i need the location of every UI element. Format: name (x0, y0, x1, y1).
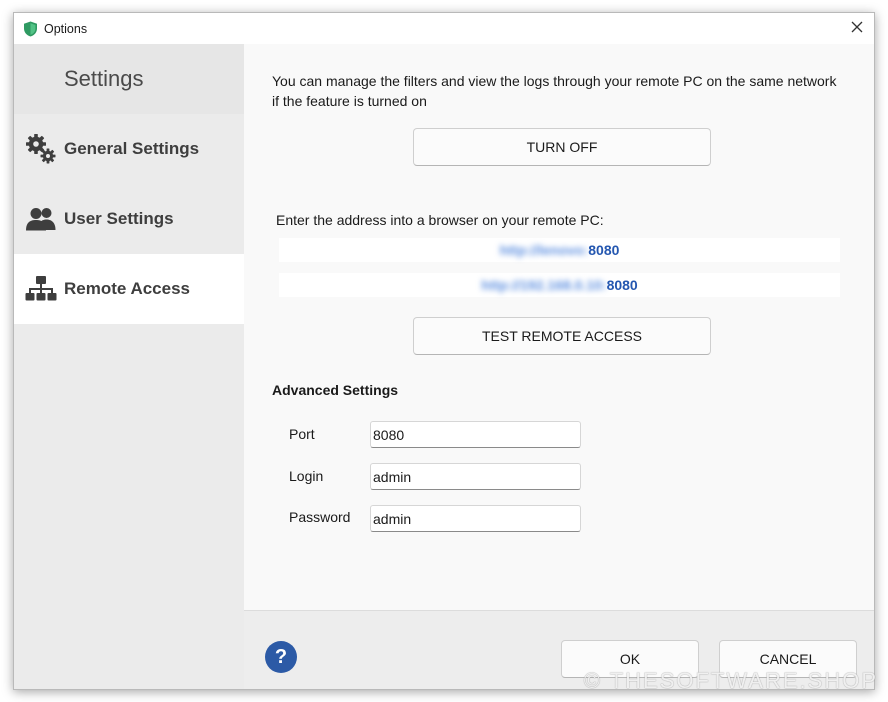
sidebar-heading: Settings (14, 44, 244, 114)
ok-button[interactable]: OK (561, 640, 699, 678)
shield-icon (23, 21, 38, 37)
dialog-footer: ? OK CANCEL (244, 610, 874, 689)
sidebar-item-label: General Settings (64, 139, 200, 158)
cancel-button[interactable]: CANCEL (719, 640, 857, 678)
remote-address-redacted: http://lenovo: (499, 242, 589, 258)
login-label: Login (289, 468, 324, 484)
close-icon (851, 20, 863, 38)
sidebar-item-label: Remote Access (64, 279, 190, 298)
network-icon (25, 273, 57, 305)
sidebar: Settings General Settings User Settings … (14, 44, 244, 689)
remote-address-row[interactable]: http://192.168.0.10: 8080 (279, 273, 840, 297)
gears-icon (25, 133, 57, 165)
port-label: Port (289, 426, 315, 442)
remote-address-redacted: http://192.168.0.10: (481, 277, 607, 293)
remote-address-row[interactable]: http://lenovo: 8080 (279, 238, 840, 262)
password-label: Password (289, 509, 351, 525)
remote-address-port: 8080 (588, 242, 620, 258)
help-button[interactable]: ? (265, 641, 297, 673)
sidebar-item-general-settings[interactable]: General Settings (14, 114, 244, 184)
sidebar-item-label: User Settings (64, 209, 174, 228)
remote-access-panel: You can manage the filters and view the … (244, 44, 874, 610)
advanced-settings-heading: Advanced Settings (272, 382, 399, 398)
test-remote-access-button[interactable]: TEST REMOTE ACCESS (413, 317, 711, 355)
help-icon: ? (274, 645, 288, 668)
remote-address-port: 8080 (606, 277, 638, 293)
close-button[interactable] (840, 13, 874, 44)
title-bar: Options (14, 13, 874, 44)
address-instructions: Enter the address into a browser on your… (276, 212, 604, 228)
sidebar-item-remote-access[interactable]: Remote Access (14, 254, 244, 324)
window-title: Options (44, 21, 88, 36)
port-input[interactable] (370, 421, 581, 448)
options-window: Options Settings General Settings User S… (13, 12, 875, 690)
users-icon (25, 203, 57, 235)
turn-off-button[interactable]: TURN OFF (413, 128, 711, 166)
sidebar-item-user-settings[interactable]: User Settings (14, 184, 244, 254)
password-input[interactable] (370, 505, 581, 532)
remote-access-description: You can manage the filters and view the … (272, 73, 837, 109)
login-input[interactable] (370, 463, 581, 490)
